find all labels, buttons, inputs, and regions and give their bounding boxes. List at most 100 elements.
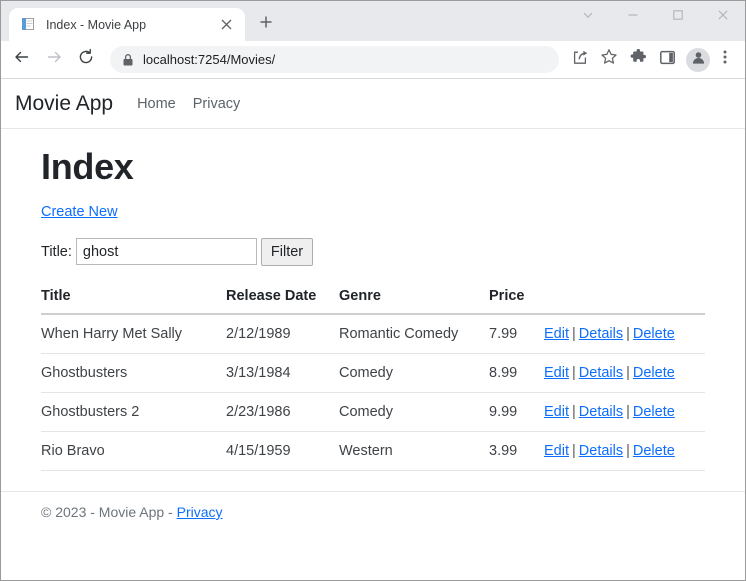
cell-genre: Comedy <box>339 392 489 432</box>
title-filter-label: Title: <box>41 243 72 260</box>
cell-genre: Western <box>339 431 489 471</box>
filter-form: Title: Filter <box>41 237 705 266</box>
delete-link[interactable]: Delete <box>633 365 675 381</box>
link-separator: | <box>572 403 576 420</box>
address-bar[interactable]: localhost:7254/Movies/ <box>110 46 559 73</box>
minimize-button[interactable] <box>610 1 655 33</box>
extensions-puzzle-icon <box>630 48 647 71</box>
cell-title: Ghostbusters <box>41 353 226 393</box>
create-new-link[interactable]: Create New <box>41 204 118 220</box>
reload-icon <box>77 48 95 71</box>
cell-release-date: 2/12/1989 <box>226 313 339 354</box>
movies-table-body: When Harry Met Sally 2/12/1989 Romantic … <box>41 313 705 471</box>
cell-release-date: 4/15/1959 <box>226 431 339 471</box>
filter-submit-button[interactable]: Filter <box>260 237 314 266</box>
copyright-text: © 2023 - Movie App - <box>41 504 177 520</box>
more-menu-button[interactable] <box>711 46 739 74</box>
url-text: localhost:7254/Movies/ <box>143 52 276 67</box>
details-link[interactable]: Details <box>579 326 623 342</box>
reload-button[interactable] <box>71 45 101 75</box>
movies-table: Title Release Date Genre Price When Harr… <box>41 287 705 471</box>
maximize-button[interactable] <box>655 1 700 33</box>
movies-table-head: Title Release Date Genre Price <box>41 287 705 315</box>
table-row: When Harry Met Sally 2/12/1989 Romantic … <box>41 313 705 354</box>
site-navbar: Movie App Home Privacy <box>1 79 745 129</box>
delete-link[interactable]: Delete <box>633 404 675 420</box>
side-panel-icon <box>659 49 676 71</box>
new-tab-button[interactable] <box>252 10 280 38</box>
extensions-button[interactable] <box>624 46 652 74</box>
close-icon <box>717 8 729 26</box>
page-viewport: Movie App Home Privacy Index Create New … <box>1 78 745 580</box>
browser-toolbar: localhost:7254/Movies/ <box>1 41 745 78</box>
table-row: Ghostbusters 3/13/1984 Comedy 8.99 Edit |… <box>41 353 705 393</box>
details-link[interactable]: Details <box>579 404 623 420</box>
edit-link[interactable]: Edit <box>544 404 569 420</box>
column-header-release-date: Release Date <box>226 287 339 315</box>
back-button[interactable] <box>7 45 37 75</box>
tab-strip: Index - Movie App <box>1 1 745 41</box>
document-page-icon <box>20 16 37 33</box>
column-header-price: Price <box>489 287 544 315</box>
close-window-button[interactable] <box>700 1 745 33</box>
link-separator: | <box>626 442 630 459</box>
cell-title: When Harry Met Sally <box>41 313 226 354</box>
details-link[interactable]: Details <box>579 365 623 381</box>
delete-link[interactable]: Delete <box>633 326 675 342</box>
profile-avatar[interactable] <box>686 47 710 72</box>
cell-release-date: 2/23/1986 <box>226 392 339 432</box>
link-separator: | <box>626 325 630 342</box>
link-separator: | <box>572 364 576 381</box>
close-icon[interactable] <box>216 15 236 35</box>
delete-link[interactable]: Delete <box>633 443 675 459</box>
footer-privacy-link[interactable]: Privacy <box>177 504 223 520</box>
link-separator: | <box>626 403 630 420</box>
browser-tab-title: Index - Movie App <box>46 17 147 32</box>
title-filter-input[interactable] <box>75 238 257 266</box>
table-row: Ghostbusters 2 2/23/1986 Comedy 9.99 Edi… <box>41 392 705 432</box>
forward-button[interactable] <box>39 45 69 75</box>
cell-price: 7.99 <box>489 313 544 354</box>
tab-search-button[interactable] <box>565 1 610 33</box>
table-header-row: Title Release Date Genre Price <box>41 287 705 315</box>
link-separator: | <box>572 442 576 459</box>
chevron-down-icon <box>582 8 594 26</box>
page-title: Index <box>41 146 134 187</box>
cell-genre: Comedy <box>339 353 489 393</box>
back-arrow-icon <box>13 48 31 71</box>
nav-link-privacy[interactable]: Privacy <box>193 96 241 112</box>
edit-link[interactable]: Edit <box>544 326 569 342</box>
bookmark-button[interactable] <box>595 46 623 74</box>
table-row: Rio Bravo 4/15/1959 Western 3.99 Edit | De… <box>41 431 705 471</box>
nav-link-home[interactable]: Home <box>137 96 176 112</box>
cell-price: 8.99 <box>489 353 544 393</box>
share-icon <box>572 49 589 71</box>
cell-actions: Edit | Details | Delete <box>544 392 705 432</box>
lock-icon[interactable] <box>122 53 134 67</box>
cell-title: Ghostbusters 2 <box>41 392 226 432</box>
link-separator: | <box>572 325 576 342</box>
window-controls <box>565 1 745 33</box>
column-header-actions <box>544 287 705 315</box>
browser-window: Index - Movie App localhost:7254/Movies/… <box>0 0 746 581</box>
cell-title: Rio Bravo <box>41 431 226 471</box>
link-separator: | <box>626 364 630 381</box>
bookmark-star-icon <box>600 48 618 71</box>
edit-link[interactable]: Edit <box>544 443 569 459</box>
browser-tab-active[interactable]: Index - Movie App <box>9 8 245 41</box>
cell-price: 3.99 <box>489 431 544 471</box>
cell-genre: Romantic Comedy <box>339 313 489 354</box>
share-button[interactable] <box>566 46 594 74</box>
cell-actions: Edit | Details | Delete <box>544 313 705 354</box>
profile-avatar-icon <box>691 50 706 70</box>
cell-actions: Edit | Details | Delete <box>544 431 705 471</box>
cell-release-date: 3/13/1984 <box>226 353 339 393</box>
details-link[interactable]: Details <box>579 443 623 459</box>
forward-arrow-icon <box>45 48 63 71</box>
side-panel-button[interactable] <box>653 46 681 74</box>
edit-link[interactable]: Edit <box>544 365 569 381</box>
site-brand[interactable]: Movie App <box>15 92 113 116</box>
minimize-icon <box>627 8 639 26</box>
more-menu-icon <box>717 49 733 70</box>
plus-icon <box>259 15 273 34</box>
